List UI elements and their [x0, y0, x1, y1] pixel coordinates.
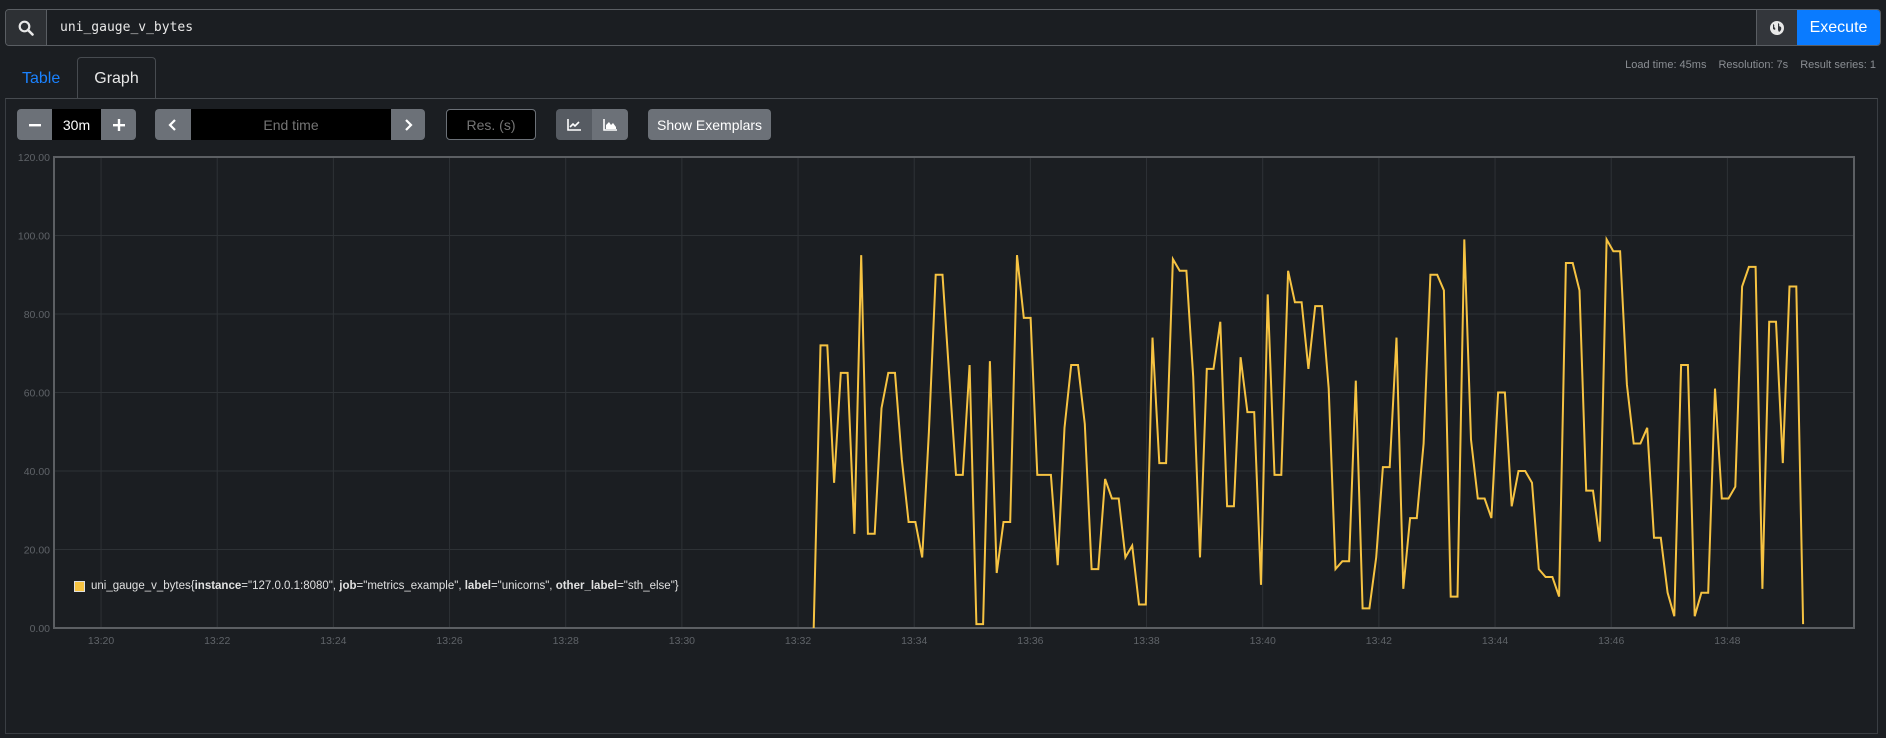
series-line	[812, 235, 1805, 629]
x-tick-label: 13:26	[436, 635, 462, 647]
legend-label-value: ="metrics_example",	[356, 580, 465, 592]
legend-label-value: ="127.0.0.1:8080",	[241, 580, 340, 592]
x-tick-label: 13:48	[1714, 635, 1740, 647]
series-color-swatch[interactable]	[74, 580, 85, 592]
legend-label-key: label	[464, 580, 491, 592]
x-tick-label: 13:42	[1366, 635, 1392, 647]
x-tick-label: 13:30	[669, 635, 695, 647]
x-tick-label: 13:36	[1017, 635, 1043, 647]
y-tick-label: 120.00	[18, 152, 50, 164]
legend-label-key: instance	[194, 580, 242, 592]
x-tick-label: 13:28	[553, 635, 579, 647]
graph-chart: 0.00 20.00 40.00 60.00 80.00 100.00 120.00 13:…	[18, 152, 1855, 647]
y-tick-label: 80.00	[24, 309, 50, 321]
x-tick-label: 13:20	[88, 635, 114, 647]
x-tick-label: 13:22	[204, 635, 230, 647]
x-tick-label: 13:38	[1133, 635, 1159, 647]
y-tick-label: 0.00	[30, 623, 51, 635]
x-tick-label: 13:40	[1250, 635, 1276, 647]
y-tick-label: 20.00	[24, 545, 50, 557]
x-tick-label: 13:24	[320, 635, 346, 647]
x-tick-label: 13:44	[1482, 635, 1508, 647]
y-tick-label: 100.00	[18, 231, 50, 243]
legend-label-value: ="sth_else"	[617, 580, 675, 592]
y-tick-label: 40.00	[24, 466, 50, 478]
legend-label-key: job	[339, 580, 357, 592]
legend-label-key: other_label	[555, 580, 618, 592]
legend-metric: uni_gauge_v_bytes	[91, 580, 191, 592]
y-tick-label: 60.00	[24, 388, 50, 400]
x-tick-label: 13:46	[1598, 635, 1624, 647]
legend-label-value: ="unicorns",	[490, 580, 556, 592]
graph-legend: uni_gauge_v_bytes{instance="127.0.0.1:80…	[74, 580, 679, 592]
x-tick-label: 13:34	[901, 635, 927, 647]
legend-item[interactable]: uni_gauge_v_bytes{instance="127.0.0.1:80…	[91, 580, 679, 592]
x-tick-label: 13:32	[785, 635, 811, 647]
